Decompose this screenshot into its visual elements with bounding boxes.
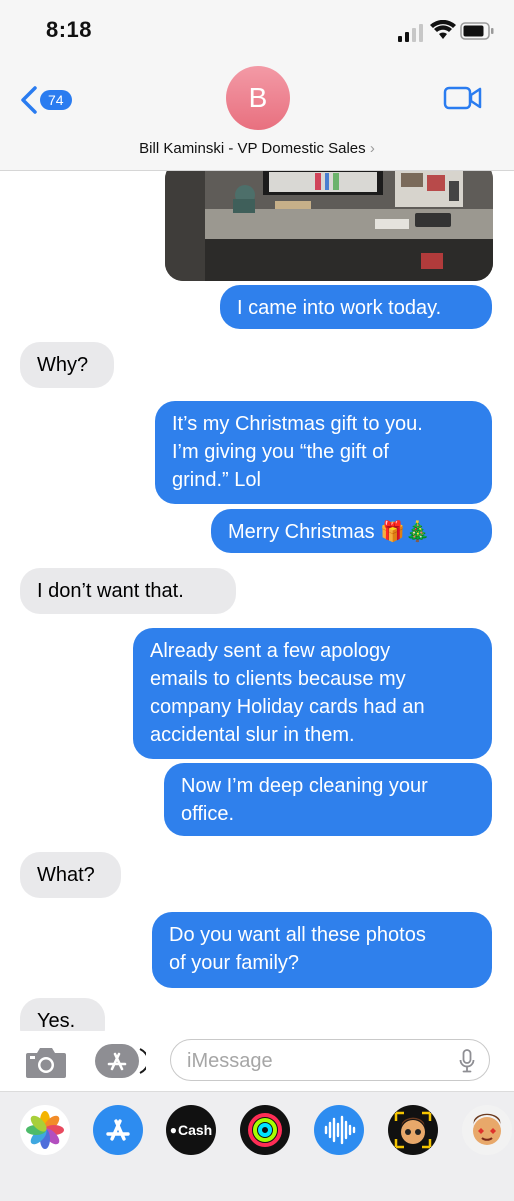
message-bubble-incoming[interactable]: I don’t want that. bbox=[20, 568, 236, 614]
unread-count-badge: 74 bbox=[40, 90, 72, 110]
message-composer: iMessage bbox=[0, 1031, 514, 1091]
cellular-signal-icon bbox=[398, 24, 423, 42]
microphone-icon[interactable] bbox=[459, 1049, 475, 1073]
message-bubble-incoming[interactable]: What? bbox=[20, 852, 121, 898]
memoji-stickers-app-icon[interactable] bbox=[462, 1105, 512, 1155]
app-store-icon[interactable] bbox=[93, 1105, 143, 1155]
photo-attachment[interactable] bbox=[165, 171, 493, 281]
activity-app-icon[interactable] bbox=[240, 1105, 290, 1155]
message-bubble-outgoing[interactable]: It’s my Christmas gift to you. I’m givin… bbox=[155, 401, 492, 504]
apple-cash-label: Cash bbox=[178, 1122, 213, 1138]
message-thread[interactable]: I came into work today. Why? It’s my Chr… bbox=[0, 171, 514, 1031]
message-bubble-outgoing[interactable]: Already sent a few apology emails to cli… bbox=[133, 628, 492, 759]
message-bubble-incoming[interactable]: Yes. bbox=[20, 998, 105, 1031]
message-bubble-outgoing[interactable]: Now I’m deep cleaning your office. bbox=[164, 763, 492, 836]
app-store-apps-icon[interactable] bbox=[94, 1043, 146, 1079]
contact-avatar[interactable]: B bbox=[226, 66, 290, 130]
status-bar: 8:18 bbox=[0, 0, 514, 62]
photos-flower-icon bbox=[26, 1111, 64, 1149]
message-bubble-incoming[interactable]: Why? bbox=[20, 342, 114, 388]
chevron-left-icon bbox=[21, 86, 37, 114]
video-call-icon[interactable] bbox=[443, 84, 483, 112]
conversation-header: 74 B Bill Kaminski - VP Domestic Sales › bbox=[0, 62, 514, 171]
message-bubble-outgoing[interactable]: Do you want all these photos of your fam… bbox=[152, 912, 492, 988]
apple-cash-app-icon[interactable]: ● Cash bbox=[166, 1105, 216, 1155]
contact-name-label: Bill Kaminski - VP Domestic Sales bbox=[139, 140, 366, 157]
contact-name[interactable]: Bill Kaminski - VP Domestic Sales › bbox=[0, 140, 514, 157]
memoji-app-icon[interactable] bbox=[388, 1105, 438, 1155]
chevron-right-icon: › bbox=[369, 140, 375, 157]
back-button[interactable]: 74 bbox=[20, 86, 72, 114]
audio-message-app-icon[interactable] bbox=[314, 1105, 364, 1155]
memoji-face-icon bbox=[394, 1111, 432, 1149]
status-time: 8:18 bbox=[46, 17, 93, 42]
imessage-app-drawer: ● Cash bbox=[0, 1091, 514, 1201]
battery-icon bbox=[460, 22, 494, 40]
photos-app-icon[interactable] bbox=[20, 1105, 70, 1155]
memoji-stickers-icon bbox=[473, 1113, 501, 1145]
waveform-icon bbox=[324, 1115, 356, 1145]
message-bubble-outgoing[interactable]: Merry Christmas 🎁🎄 bbox=[211, 509, 492, 553]
imessage-input[interactable]: iMessage bbox=[170, 1039, 490, 1081]
activity-rings-icon bbox=[248, 1113, 282, 1147]
app-store-glyph-icon bbox=[106, 1119, 130, 1141]
wifi-icon bbox=[430, 20, 456, 39]
office-photo-image bbox=[165, 171, 493, 281]
apple-logo-icon: ● bbox=[169, 1123, 177, 1137]
camera-icon[interactable] bbox=[24, 1045, 68, 1079]
message-bubble-outgoing[interactable]: I came into work today. bbox=[220, 285, 492, 329]
imessage-placeholder: iMessage bbox=[187, 1050, 273, 1072]
